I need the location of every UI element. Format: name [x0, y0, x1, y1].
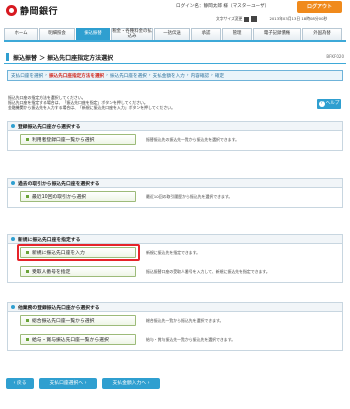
tab-bulk-transfer[interactable]: 一括伝送 [154, 28, 190, 40]
tab-statements[interactable]: 明細照会 [39, 28, 75, 40]
font-size-label: 文字サイズ変更 [216, 16, 243, 21]
utility-row: 文字サイズ変更 2013年03月13日 18時08分00秒 [216, 16, 327, 22]
step-3: 振込先口座を選択 [110, 73, 147, 79]
step-indicator: 支払口座を選択 › 振込先口座指定方法を選択 › 振込先口座を選択 › 支払金額を入力… [7, 70, 343, 81]
step-2-current: 振込先口座指定方法を選択 [49, 73, 105, 79]
amount-input-button[interactable]: 支払金額入力へ › [102, 378, 160, 389]
header: 静岡銀行 ログイン名：静岡太郎 様（マスターユーザ） ログアウト 文字サイズ変更… [0, 0, 350, 28]
option-row: 給与・賞与振込先口座一覧から選択 給与・賞与振込先一覧から振込先を選択できます。 [8, 331, 342, 350]
step-1: 支払口座を選択 [11, 73, 44, 79]
button-label: 最近10回の取引から選択 [32, 195, 87, 200]
login-info: ログイン名：静岡太郎 様（マスターユーザ） [176, 4, 270, 9]
tab-transfer[interactable]: 振込振替 [76, 28, 110, 40]
button-bullet-icon [26, 319, 29, 322]
page-title-bar: 振込振替 ＞ 振込先口座指定方法選択 BFKF020 [4, 51, 346, 64]
select-general-transfer-button[interactable]: 総合振込先口座一覧から選択 [20, 315, 136, 326]
back-button[interactable]: ‹ 戻る [6, 378, 34, 389]
bottom-actions: ‹ 戻る 支払口座選択へ › 支払金額入力へ › [6, 378, 165, 389]
option-row: 受取人番号を指定 振込振替口座の受取人番号を入力して、新規に振込先を指定できます… [8, 263, 342, 282]
option-row: 最近10回の取引から選択 最近10回の取引履歴から振込先を選択できます。 [8, 188, 342, 207]
option-description: 新規に振込先を指定できます。 [146, 250, 201, 255]
section-past-transactions: 過去の取引から振込先口座を選択する 最近10回の取引から選択 最近10回の取引履… [7, 178, 343, 208]
payment-account-button[interactable]: 支払口座選択へ › [39, 378, 97, 389]
button-label: 総合振込先口座一覧から選択 [32, 319, 95, 324]
section-heading: 登録振込先口座から選択する [8, 122, 342, 131]
bullet-icon [11, 181, 15, 185]
global-nav: ホーム 明細照会 振込振替 税金・各種料金の払込み 一括伝送 承認 管理 電子記… [4, 28, 346, 42]
tab-tax-payment[interactable]: 税金・各種料金の払込み [111, 28, 153, 40]
intro-text: 振込先口座の指定方法を選択してください。 振込先口座を指定する場合は、「振込先口… [8, 95, 175, 111]
chevron-right-icon: › [146, 381, 150, 386]
section-heading: 新規に振込先口座を指定する [8, 235, 342, 244]
tab-foreign-exchange[interactable]: 外国為替 [302, 28, 342, 40]
logout-button[interactable]: ログアウト [297, 1, 342, 13]
section-other-services: 他業務の登録振込先口座から選択する 総合振込先口座一覧から選択 総合振込先一覧か… [7, 302, 343, 351]
step-arrow-icon: › [148, 73, 151, 78]
button-bullet-icon [26, 338, 29, 341]
step-5: 内容確認 [190, 73, 210, 79]
specify-recipient-number-button[interactable]: 受取人番号を指定 [20, 266, 136, 277]
section-registered-accounts: 登録振込先口座から選択する 利用者登録口座一覧から選択 振替振込先の振込先一覧か… [7, 121, 343, 151]
bullet-icon [11, 305, 15, 309]
option-description: 総合振込先一覧から振込先を選択できます。 [146, 318, 224, 323]
button-label: 受取人番号を指定 [32, 270, 71, 275]
payment-account-label: 支払口座選択へ [49, 381, 84, 386]
login-datetime: 2013年03月13日 18時08分00秒 [269, 16, 328, 21]
step-arrow-icon: › [211, 73, 213, 78]
step-arrow-icon: › [106, 73, 108, 78]
option-description: 振込振替口座の受取人番号を入力して、新規に振込先を指定できます。 [146, 269, 270, 274]
tab-electronic-claims[interactable]: 電子記録債権 [253, 28, 301, 40]
option-row: 総合振込先口座一覧から選択 総合振込先一覧から振込先を選択できます。 [8, 312, 342, 331]
option-row: 利用者登録口座一覧から選択 振替振込先の振込先一覧から振込先を選択できます。 [8, 131, 342, 150]
select-user-registered-button[interactable]: 利用者登録口座一覧から選択 [20, 134, 136, 145]
bank-logo-icon [6, 5, 17, 16]
title-marker-icon [6, 53, 9, 61]
enter-new-account-button[interactable]: 新規に振込先口座を入力 [20, 247, 136, 258]
screen-id: BFKF020 [326, 54, 344, 59]
tab-approval[interactable]: 承認 [191, 28, 221, 40]
font-small-icon[interactable] [244, 16, 250, 22]
option-row: 新規に振込先口座を入力 新規に振込先を指定できます。 [8, 244, 342, 263]
button-label: 新規に振込先口座を入力 [32, 251, 85, 256]
tab-management[interactable]: 管理 [222, 28, 252, 40]
button-bullet-icon [26, 251, 29, 254]
button-bullet-icon [26, 195, 29, 198]
bank-name: 静岡銀行 [20, 7, 59, 17]
button-bullet-icon [26, 138, 29, 141]
amount-input-label: 支払金額入力へ [112, 381, 147, 386]
option-description: 最近10回の取引履歴から振込先を選択できます。 [146, 194, 233, 199]
back-label: 戻る [16, 381, 27, 386]
section-title: 他業務の登録振込先口座から選択する [18, 305, 100, 311]
section-title: 過去の取引から振込先口座を選択する [18, 181, 100, 187]
step-4: 支払金額を入力 [152, 73, 185, 79]
bullet-icon [11, 237, 15, 241]
select-salary-transfer-button[interactable]: 給与・賞与振込先口座一覧から選択 [20, 334, 136, 345]
option-description: 給与・賞与振込先一覧から振込先を選択できます。 [146, 337, 236, 342]
section-heading: 過去の取引から振込先口座を選択する [8, 179, 342, 188]
section-title: 登録振込先口座から選択する [18, 124, 81, 130]
intro-line-3: 金融機関から振込先を入力する場合は、「新規に振込先口座を入力」ボタンを押してくだ… [8, 105, 176, 111]
section-title: 新規に振込先口座を指定する [18, 237, 81, 243]
select-recent-transactions-button[interactable]: 最近10回の取引から選択 [20, 191, 136, 202]
option-description: 振替振込先の振込先一覧から振込先を選択できます。 [146, 137, 239, 142]
bullet-icon [11, 124, 15, 128]
bank-logo[interactable]: 静岡銀行 [6, 4, 58, 17]
section-new-account: 新規に振込先口座を指定する 新規に振込先口座を入力 新規に振込先を指定できます。… [7, 234, 343, 283]
step-arrow-icon: › [186, 73, 189, 78]
tab-home[interactable]: ホーム [4, 28, 38, 40]
chevron-right-icon: › [83, 381, 87, 386]
help-button[interactable]: ヘルプ [317, 99, 341, 109]
button-label: 給与・賞与振込先口座一覧から選択 [32, 338, 109, 343]
button-label: 利用者登録口座一覧から選択 [32, 138, 95, 143]
font-large-icon[interactable] [251, 16, 258, 22]
section-heading: 他業務の登録振込先口座から選択する [8, 303, 342, 312]
step-arrow-icon: › [45, 73, 48, 78]
page-title: 振込振替 ＞ 振込先口座指定方法選択 [13, 55, 114, 62]
step-6: 確定 [214, 73, 225, 79]
button-bullet-icon [26, 270, 29, 273]
